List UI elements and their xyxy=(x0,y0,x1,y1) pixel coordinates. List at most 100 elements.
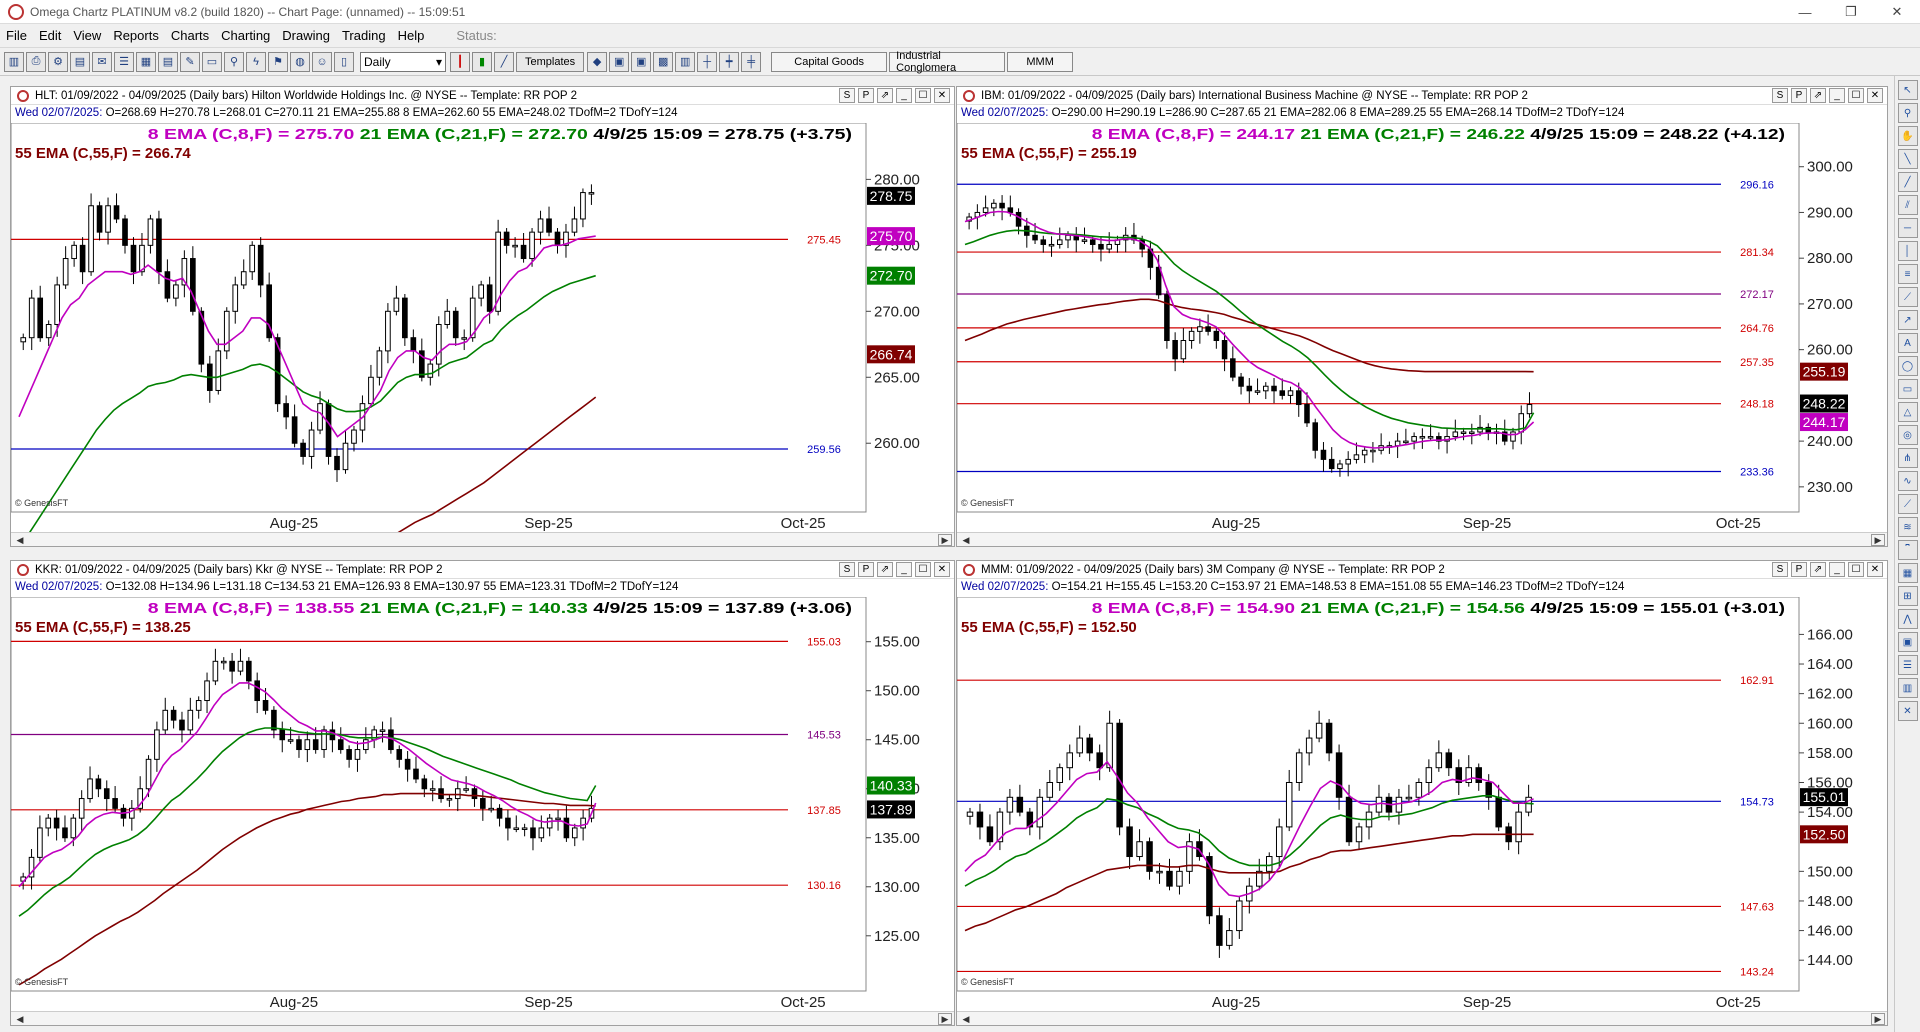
arrow-icon[interactable]: ↗ xyxy=(1897,310,1918,330)
maximize-window-button[interactable]: ☐ xyxy=(1848,88,1864,103)
menu-help[interactable]: Help xyxy=(392,28,431,43)
bracket-icon[interactable]: ⎴ xyxy=(1897,540,1918,560)
price-chart-ibm[interactable]: 296.16 281.34 272.17 264.76 257.35 248.18 233.… xyxy=(956,122,1887,532)
horizontal-scrollbar[interactable]: ◀ ▶ xyxy=(957,532,1887,546)
s-button[interactable]: S xyxy=(1772,88,1788,103)
grid-icon[interactable]: ▦ xyxy=(136,51,156,72)
ray-icon[interactable]: ╱ xyxy=(1897,172,1918,192)
pencil-icon[interactable]: ✎ xyxy=(180,51,200,72)
scroll-right-icon[interactable]: ▶ xyxy=(1871,1013,1885,1025)
close-window-button[interactable]: ✕ xyxy=(934,562,950,577)
tool-d-icon[interactable]: ▩ xyxy=(653,51,674,72)
tool-e-icon[interactable]: ▥ xyxy=(675,51,696,72)
open-icon[interactable]: ▤ xyxy=(70,51,90,72)
menu-trading[interactable]: Trading xyxy=(336,28,392,43)
chart-window-hlt[interactable]: HLT: 01/09/2022 - 04/09/2025 (Daily bars… xyxy=(10,86,955,787)
s-button[interactable]: S xyxy=(1772,562,1788,577)
list-icon[interactable]: ☰ xyxy=(114,51,134,72)
maximize-window-button[interactable]: ☐ xyxy=(1848,562,1864,577)
menu-charting[interactable]: Charting xyxy=(215,28,276,43)
line-chart-icon[interactable]: ╱ xyxy=(494,51,514,72)
link-icon[interactable]: ⇗ xyxy=(877,88,893,103)
regression-icon[interactable]: ≋ xyxy=(1897,517,1918,537)
hand-icon[interactable]: ✋ xyxy=(1897,126,1918,146)
stats-icon[interactable]: ▥ xyxy=(1897,678,1918,698)
bar-chart-icon[interactable]: ┃ xyxy=(450,51,470,72)
gann-icon[interactable]: ⟋ xyxy=(1897,287,1918,307)
wave-icon[interactable]: ∿ xyxy=(1897,471,1918,491)
tool-h-icon[interactable]: ╪ xyxy=(741,51,762,72)
trendline-icon[interactable]: ╲ xyxy=(1897,149,1918,169)
chart-icon[interactable]: ▥ xyxy=(4,51,24,72)
tool-g-icon[interactable]: ┿ xyxy=(719,51,740,72)
menu-edit[interactable]: Edit xyxy=(33,28,67,43)
s-button[interactable]: S xyxy=(839,88,855,103)
triangle-icon[interactable]: △ xyxy=(1897,402,1918,422)
menu-drawing[interactable]: Drawing xyxy=(276,28,336,43)
scroll-right-icon[interactable]: ▶ xyxy=(1871,534,1885,546)
close-button[interactable]: ✕ xyxy=(1874,0,1920,24)
pointer-icon[interactable]: ↖ xyxy=(1897,80,1918,100)
scroll-right-icon[interactable]: ▶ xyxy=(938,534,952,546)
templates-button[interactable]: Templates xyxy=(516,51,585,72)
minimize-window-button[interactable]: _ xyxy=(896,562,912,577)
ellipse-icon[interactable]: ◯ xyxy=(1897,356,1918,376)
minimize-window-button[interactable]: _ xyxy=(896,88,912,103)
mail-icon[interactable]: ✉ xyxy=(92,51,112,72)
minimize-window-button[interactable]: _ xyxy=(1829,562,1845,577)
price-chart-mmm[interactable]: 162.91 154.73 147.63 143.24 166.00 164.00 162.… xyxy=(956,596,1887,1011)
grid-tool-icon[interactable]: ▦ xyxy=(1897,563,1918,583)
p-button[interactable]: P xyxy=(858,562,874,577)
lightning-icon[interactable]: ϟ xyxy=(246,51,266,72)
tab-capital-goods[interactable]: Capital Goods xyxy=(771,51,888,72)
flag-icon[interactable]: ⚑ xyxy=(268,51,288,72)
scroll-left-icon[interactable]: ◀ xyxy=(959,534,973,546)
scroll-left-icon[interactable]: ◀ xyxy=(959,1013,973,1025)
channel-icon[interactable]: ⫽ xyxy=(1897,195,1918,215)
p-button[interactable]: P xyxy=(858,88,874,103)
rect-icon[interactable]: ▭ xyxy=(1897,379,1918,399)
close-window-button[interactable]: ✕ xyxy=(934,88,950,103)
table-icon[interactable]: ▤ xyxy=(158,51,178,72)
globe-icon[interactable]: ◍ xyxy=(290,51,310,72)
chart-window-mmm[interactable]: MMM: 01/09/2022 - 04/09/2025 (Daily bars… xyxy=(956,560,1888,1026)
tool-f-icon[interactable]: ┼ xyxy=(697,51,718,72)
vline-icon[interactable]: │ xyxy=(1897,241,1918,261)
price-chart-hlt[interactable]: 275.45 259.56 280.00 275.00 270.00 265.00 260.… xyxy=(10,122,954,787)
minimize-window-button[interactable]: _ xyxy=(1829,88,1845,103)
doc-icon[interactable]: ▯ xyxy=(334,51,354,72)
chart-window-kkr[interactable]: KKR: 01/09/2022 - 04/09/2025 (Daily bars… xyxy=(10,560,955,1026)
face-icon[interactable]: ☺ xyxy=(312,51,332,72)
menu-file[interactable]: File xyxy=(0,28,33,43)
minimize-button[interactable]: — xyxy=(1782,0,1828,24)
measure-icon[interactable]: ⊞ xyxy=(1897,586,1918,606)
p-button[interactable]: P xyxy=(1791,562,1807,577)
p-button[interactable]: P xyxy=(1791,88,1807,103)
pitchfork-icon[interactable]: ⋔ xyxy=(1897,448,1918,468)
ruler-icon[interactable]: ▭ xyxy=(202,51,222,72)
zoom-icon[interactable]: ⚲ xyxy=(224,51,244,72)
tool-c-icon[interactable]: ▣ xyxy=(631,51,652,72)
menu-charts[interactable]: Charts xyxy=(165,28,215,43)
lines-icon[interactable]: ☰ xyxy=(1897,655,1918,675)
link-icon[interactable]: ⇗ xyxy=(877,562,893,577)
settings-icon[interactable]: ⚙ xyxy=(48,51,68,72)
price-chart-kkr[interactable]: 155.03 145.53 137.85 130.16 155.00 150.00 145.… xyxy=(10,596,954,1011)
horizontal-scrollbar[interactable]: ◀ ▶ xyxy=(11,1011,954,1025)
scroll-right-icon[interactable]: ▶ xyxy=(938,1013,952,1025)
horizontal-scrollbar[interactable]: ◀ ▶ xyxy=(11,532,954,546)
hline-icon[interactable]: ─ xyxy=(1897,218,1918,238)
link-icon[interactable]: ⇗ xyxy=(1810,562,1826,577)
maximize-window-button[interactable]: ☐ xyxy=(915,88,931,103)
s-button[interactable]: S xyxy=(839,562,855,577)
close-window-button[interactable]: ✕ xyxy=(1867,562,1883,577)
close-window-button[interactable]: ✕ xyxy=(1867,88,1883,103)
box-icon[interactable]: ▣ xyxy=(1897,632,1918,652)
menu-reports[interactable]: Reports xyxy=(107,28,165,43)
tab-industrial-conglomera[interactable]: Industrial Conglomera xyxy=(889,50,1006,74)
speed-icon[interactable]: ⟋ xyxy=(1897,494,1918,514)
scroll-left-icon[interactable]: ◀ xyxy=(13,1013,27,1025)
horizontal-scrollbar[interactable]: ◀ ▶ xyxy=(957,1011,1887,1025)
tab-mmm[interactable]: MMM xyxy=(1007,51,1074,72)
scroll-left-icon[interactable]: ◀ xyxy=(13,534,27,546)
